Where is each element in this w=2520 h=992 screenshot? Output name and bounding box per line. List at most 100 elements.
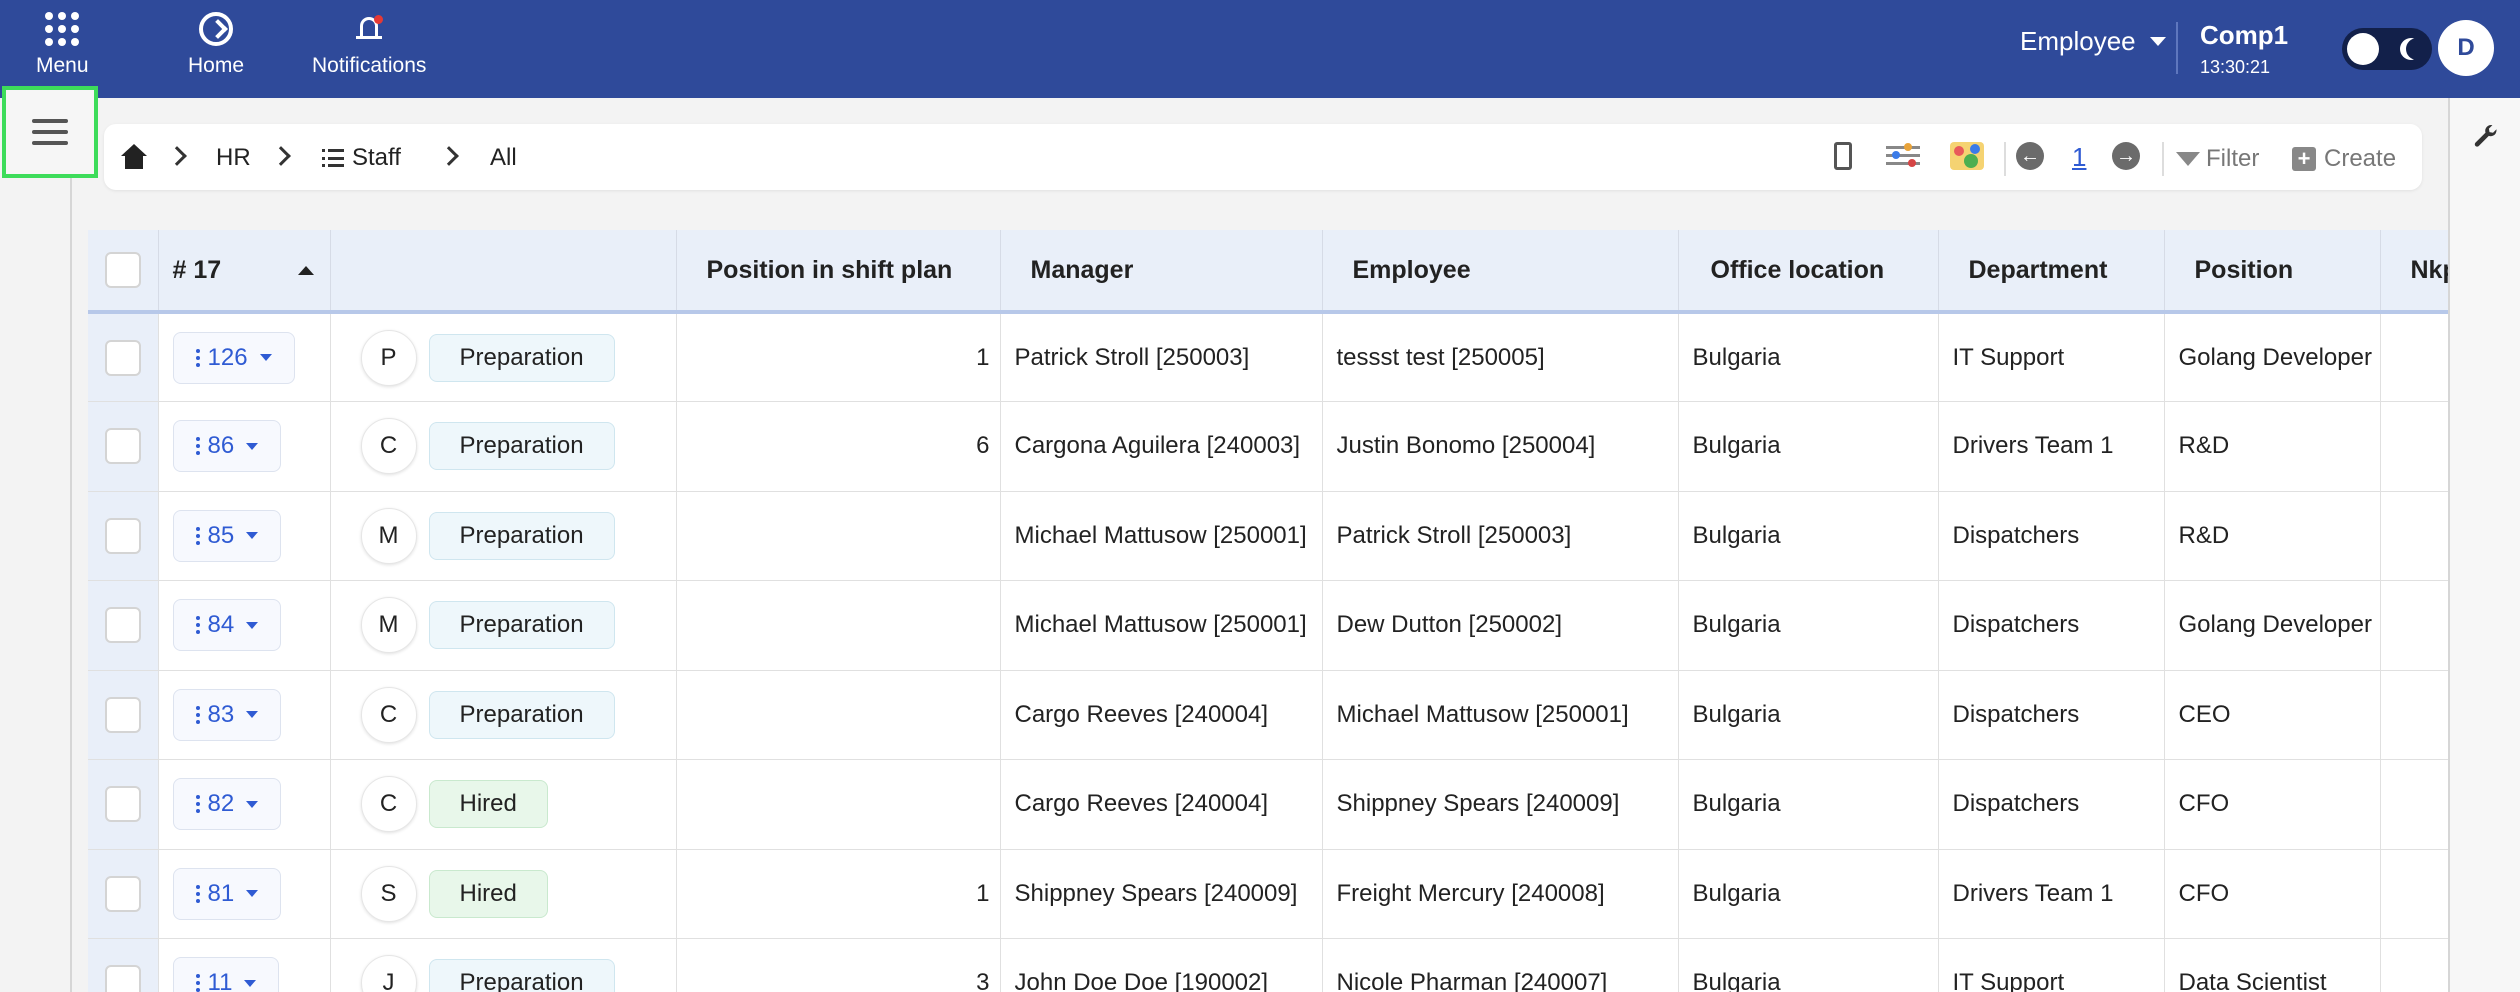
refresh-home-icon bbox=[199, 12, 234, 46]
row-checkbox[interactable] bbox=[104, 875, 141, 912]
status-badge[interactable]: Preparation bbox=[428, 422, 615, 471]
divider bbox=[2176, 22, 2178, 74]
filter-button[interactable]: Filter bbox=[2176, 145, 2259, 173]
breadcrumb-all[interactable]: All bbox=[490, 144, 517, 172]
home-button[interactable]: Home bbox=[188, 12, 244, 78]
right-rail bbox=[2448, 98, 2520, 992]
row-office-location: Bulgaria bbox=[1678, 759, 1939, 850]
gallery-view-button[interactable] bbox=[1950, 142, 1984, 170]
prev-page-button[interactable]: ← bbox=[2016, 142, 2044, 170]
status-badge[interactable]: Preparation bbox=[428, 333, 615, 382]
row-position: Golang Developer bbox=[2164, 580, 2381, 671]
breadcrumb-home[interactable] bbox=[118, 144, 148, 170]
row-actions-button[interactable]: 126 bbox=[172, 331, 295, 384]
row-status-cell: S Hired bbox=[330, 849, 677, 939]
row-shift-position: 1 bbox=[676, 312, 1001, 402]
create-button[interactable]: + Create bbox=[2292, 145, 2396, 173]
header-position-in-shift-plan[interactable]: Position in shift plan bbox=[676, 230, 1001, 314]
row-checkbox[interactable] bbox=[104, 965, 141, 992]
menu-button[interactable]: Menu bbox=[36, 12, 89, 78]
row-position: CFO bbox=[2164, 759, 2381, 850]
page-number-link[interactable]: 1 bbox=[2072, 142, 2086, 173]
role-dropdown-label: Employee bbox=[2020, 26, 2136, 56]
row-checkbox[interactable] bbox=[104, 786, 141, 823]
columns-settings-button[interactable] bbox=[1886, 142, 1920, 168]
header-select-all bbox=[88, 230, 159, 314]
table-row[interactable]: 81 S Hired 1 Shippney Spears [240009] Freight… bbox=[88, 849, 2448, 939]
row-position: Data Scientist bbox=[2164, 938, 2381, 992]
table-row[interactable]: 85 M Preparation Michael Mattusow [250001] P… bbox=[88, 491, 2448, 581]
header-status[interactable] bbox=[330, 230, 677, 314]
row-extra bbox=[2380, 938, 2448, 992]
table-row[interactable]: 86 C Preparation 6 Cargona Aguilera [240003]… bbox=[88, 401, 2448, 492]
breadcrumb-hr[interactable]: HR bbox=[216, 144, 251, 172]
row-department: Drivers Team 1 bbox=[1938, 401, 2165, 492]
header-employee[interactable]: Employee bbox=[1322, 230, 1679, 314]
row-position: CFO bbox=[2164, 849, 2381, 939]
notifications-label: Notifications bbox=[312, 54, 427, 77]
row-extra bbox=[2380, 670, 2448, 760]
status-badge[interactable]: Hired bbox=[428, 869, 548, 918]
row-office-location: Bulgaria bbox=[1678, 312, 1939, 402]
table-row[interactable]: 83 C Preparation Cargo Reeves [240004] Micha… bbox=[88, 670, 2448, 760]
next-page-button[interactable]: → bbox=[2112, 142, 2140, 170]
row-checkbox[interactable] bbox=[104, 607, 141, 644]
select-all-checkbox[interactable] bbox=[104, 252, 141, 288]
notifications-button[interactable]: Notifications bbox=[312, 12, 426, 78]
status-badge[interactable]: Preparation bbox=[428, 959, 615, 992]
status-badge[interactable]: Hired bbox=[428, 780, 548, 829]
chevron-down-icon bbox=[244, 979, 257, 987]
row-position: CEO bbox=[2164, 670, 2381, 760]
row-actions-button[interactable]: 86 bbox=[172, 420, 282, 473]
table-row[interactable]: 84 M Preparation Michael Mattusow [250001] D… bbox=[88, 580, 2448, 671]
header-id[interactable]: # 17 bbox=[158, 230, 331, 314]
row-status-cell: C Preparation bbox=[330, 670, 677, 760]
header-extra[interactable]: Nkp bbox=[2380, 230, 2448, 314]
row-actions-button[interactable]: 84 bbox=[172, 599, 282, 652]
status-badge[interactable]: Preparation bbox=[428, 511, 615, 560]
row-actions-button[interactable]: 83 bbox=[172, 688, 282, 741]
dark-mode-toggle[interactable] bbox=[2342, 28, 2432, 70]
user-avatar[interactable]: D bbox=[2438, 20, 2494, 76]
row-actions-button[interactable]: 82 bbox=[172, 778, 282, 831]
row-id-cell: 84 bbox=[158, 580, 331, 671]
header-department[interactable]: Department bbox=[1938, 230, 2165, 314]
avatar: S bbox=[360, 865, 417, 922]
breadcrumb-staff[interactable]: Staff bbox=[322, 144, 401, 172]
table-row[interactable]: 126 P Preparation 1 Patrick Stroll [250003] t… bbox=[88, 312, 2448, 402]
row-department: Dispatchers bbox=[1938, 580, 2165, 671]
toggle-knob bbox=[2347, 33, 2379, 65]
row-select-cell bbox=[88, 580, 159, 671]
row-checkbox[interactable] bbox=[104, 517, 141, 554]
mobile-view-button[interactable] bbox=[1834, 142, 1852, 170]
row-department: IT Support bbox=[1938, 938, 2165, 992]
row-actions-button[interactable]: 11 bbox=[172, 957, 280, 992]
row-select-cell bbox=[88, 491, 159, 581]
status-badge[interactable]: Preparation bbox=[428, 601, 615, 650]
avatar: J bbox=[360, 955, 417, 992]
sidebar-toggle-button[interactable] bbox=[2, 86, 98, 178]
row-actions-button[interactable]: 81 bbox=[172, 867, 282, 920]
row-checkbox[interactable] bbox=[104, 428, 141, 465]
row-shift-position: 1 bbox=[676, 849, 1001, 939]
row-employee: tessst test [250005] bbox=[1322, 312, 1679, 402]
role-dropdown[interactable]: Employee bbox=[2020, 26, 2166, 57]
row-checkbox[interactable] bbox=[104, 339, 141, 376]
table-row[interactable]: 11 J Preparation 3 John Doe Doe [190002] Nico… bbox=[88, 938, 2448, 992]
kebab-icon bbox=[195, 795, 200, 814]
home-icon bbox=[118, 144, 148, 170]
status-badge[interactable]: Preparation bbox=[428, 690, 615, 739]
header-office-location[interactable]: Office location bbox=[1678, 230, 1939, 314]
row-office-location: Bulgaria bbox=[1678, 580, 1939, 671]
table-row[interactable]: 82 C Hired Cargo Reeves [240004] Shippney Sp… bbox=[88, 759, 2448, 850]
row-id-cell: 83 bbox=[158, 670, 331, 760]
header-position[interactable]: Position bbox=[2164, 230, 2381, 314]
wrench-icon[interactable] bbox=[2472, 124, 2500, 152]
row-actions-button[interactable]: 85 bbox=[172, 509, 282, 562]
kebab-icon bbox=[195, 974, 200, 992]
avatar: C bbox=[360, 418, 417, 475]
chevron-down-icon bbox=[246, 800, 259, 808]
row-checkbox[interactable] bbox=[104, 696, 141, 733]
row-shift-position bbox=[676, 670, 1001, 760]
header-manager[interactable]: Manager bbox=[1000, 230, 1323, 314]
